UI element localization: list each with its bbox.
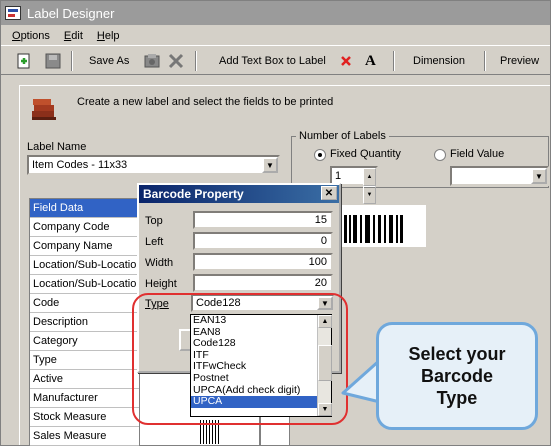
spin-down-icon[interactable]: ▼ (363, 186, 376, 204)
toolbar: Save As Add Text Box to Label A Dimensio… (1, 47, 550, 75)
left-label: Left (145, 236, 164, 248)
save-as-button[interactable]: Save As (89, 51, 129, 71)
chevron-down-icon[interactable]: ▼ (262, 157, 278, 173)
field-value-radio[interactable] (434, 149, 446, 161)
grid-row[interactable]: Description (30, 313, 139, 332)
menu-edit[interactable]: Edit (57, 30, 90, 42)
height-input[interactable]: 20 (193, 274, 333, 292)
height-label: Height (145, 278, 177, 290)
grid-row[interactable]: Stock Measure (30, 408, 139, 427)
fixed-quantity-label: Fixed Quantity (330, 148, 401, 160)
label-name-label: Label Name (27, 141, 87, 153)
grid-row[interactable]: Sales Measure (30, 427, 139, 446)
title-bar: Label Designer (1, 1, 550, 25)
callout-text: Select your Barcode Type (408, 344, 506, 408)
grid-row[interactable]: Manufacturer (30, 389, 139, 408)
spin-up-icon[interactable]: ▲ (363, 168, 376, 186)
remove-red-x-icon[interactable] (339, 51, 353, 71)
label-name-select[interactable]: Item Codes - 11x33 ▼ (27, 155, 280, 175)
menu-bar: Options Edit Help (1, 26, 550, 46)
instruction-text: Create a new label and select the fields… (77, 96, 334, 108)
left-input[interactable]: 0 (193, 232, 333, 250)
label-preview (340, 205, 426, 247)
chevron-down-icon[interactable]: ▼ (531, 168, 547, 184)
highlight-outline (132, 293, 348, 425)
font-icon[interactable]: A (365, 51, 376, 71)
width-input[interactable]: 100 (193, 253, 333, 271)
grid-row[interactable]: Field Data (30, 199, 139, 218)
dialog-title: Barcode Property (143, 187, 244, 201)
grid-row[interactable]: Location/Sub-Location (30, 256, 139, 275)
save-icon[interactable] (45, 51, 61, 71)
grid-row[interactable]: Company Name (30, 237, 139, 256)
top-input[interactable]: 15 (193, 211, 333, 229)
grid-row[interactable]: Active (30, 370, 139, 389)
grid-row[interactable]: Location/Sub-Location (30, 275, 139, 294)
add-text-box-button[interactable]: Add Text Box to Label (219, 51, 326, 71)
preview-button[interactable]: Preview (500, 51, 539, 71)
grid-row[interactable]: Code (30, 294, 139, 313)
number-of-labels-title: Number of Labels (296, 130, 389, 142)
field-value-label: Field Value (450, 148, 505, 160)
window-title: Label Designer (27, 5, 115, 21)
field-value-select[interactable]: ▼ (450, 166, 549, 186)
top-label: Top (145, 215, 163, 227)
close-icon[interactable]: ✕ (321, 186, 337, 200)
grid-row[interactable]: Company Code (30, 218, 139, 237)
callout: Select your Barcode Type (376, 322, 538, 430)
books-icon (30, 99, 58, 121)
fields-grid: Field Data Company Code Company Name Loc… (29, 198, 140, 446)
menu-options[interactable]: Options (5, 30, 57, 42)
dimension-button[interactable]: Dimension (413, 51, 465, 71)
fixed-quantity-radio[interactable] (314, 149, 326, 161)
settings-icon[interactable] (143, 51, 161, 71)
dialog-title-bar: Barcode Property ✕ (139, 185, 339, 203)
grid-row[interactable]: Type (30, 351, 139, 370)
grid-row[interactable]: Category (30, 332, 139, 351)
new-icon[interactable] (15, 51, 33, 71)
delete-icon[interactable] (167, 51, 185, 71)
menu-help[interactable]: Help (90, 30, 127, 42)
width-label: Width (145, 257, 174, 269)
app-icon (5, 6, 21, 20)
